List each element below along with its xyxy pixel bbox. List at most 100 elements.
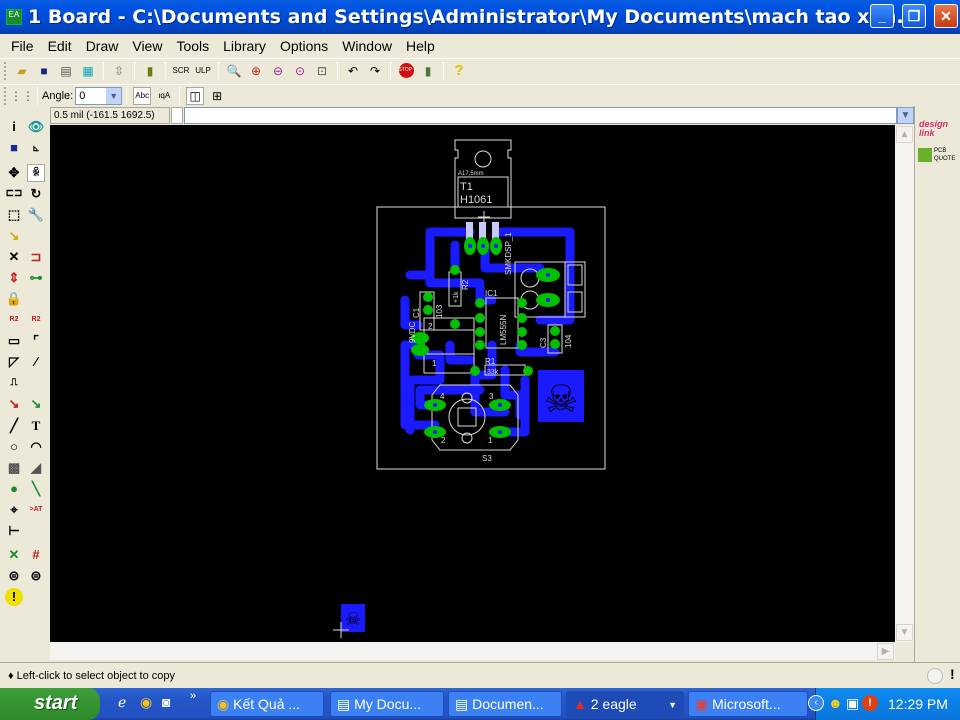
tray-messenger-icon[interactable]: ☻: [828, 695, 843, 711]
pcb-quote-label[interactable]: PCB QUOTE: [934, 147, 958, 163]
task-chrome[interactable]: ◉ Kết Quả ...: [210, 691, 324, 717]
task-microsoft[interactable]: ▣ Microsoft...: [688, 691, 808, 717]
optimize-icon[interactable]: ⁄: [27, 353, 45, 371]
add-icon[interactable]: ⊐: [27, 248, 45, 266]
command-history-dropdown[interactable]: ▼: [897, 107, 914, 124]
delete-icon[interactable]: ✕: [5, 248, 23, 266]
menu-window[interactable]: Window: [335, 38, 399, 54]
text-upright-icon[interactable]: Abc: [133, 86, 152, 105]
menu-view[interactable]: View: [125, 38, 169, 54]
close-button[interactable]: ✕: [934, 4, 958, 28]
minimize-button[interactable]: _: [870, 4, 894, 28]
replace-icon[interactable]: ⇕: [5, 269, 23, 287]
open-icon[interactable]: ▰: [13, 62, 31, 80]
group-icon[interactable]: ⬚: [5, 206, 23, 224]
paste-icon[interactable]: ↘: [5, 227, 23, 245]
layout-split-icon[interactable]: ◫: [186, 86, 205, 105]
mirror-icon[interactable]: ⊏⊐: [5, 185, 23, 203]
menu-help[interactable]: Help: [399, 38, 442, 54]
angle-select[interactable]: 0 ▼: [75, 86, 123, 105]
wire-icon[interactable]: ╱: [5, 417, 23, 435]
menu-options[interactable]: Options: [273, 38, 335, 54]
grid-icon[interactable]: ⋮⋮: [10, 87, 34, 105]
attribute-icon[interactable]: >AT: [27, 501, 45, 519]
menu-tools[interactable]: Tools: [169, 38, 216, 54]
arc-icon[interactable]: ◠: [27, 438, 45, 456]
layer-icon[interactable]: ■: [5, 139, 23, 157]
designlink-logo[interactable]: design link: [919, 120, 960, 138]
command-input[interactable]: [184, 107, 897, 124]
warning-icon[interactable]: !: [950, 666, 955, 682]
dimension-icon[interactable]: ⊢: [5, 522, 23, 540]
move-icon[interactable]: ✥: [5, 164, 23, 182]
task-eagle-group[interactable]: ▲ 2 eagle ▼: [566, 691, 684, 717]
board-canvas[interactable]: ☠ ☠ A17,5mm T1 H1061 SMKDSP_1 R2 +1k C1 …: [50, 125, 895, 642]
text-icon[interactable]: T: [27, 417, 45, 435]
tray-alert-icon[interactable]: !: [862, 695, 878, 711]
value-icon[interactable]: R2: [27, 311, 45, 329]
miter-icon[interactable]: ⌜: [27, 332, 45, 350]
ripup-icon[interactable]: ↘: [27, 395, 45, 413]
horizontal-scrollbar[interactable]: ▶: [50, 642, 895, 660]
scroll-right-button[interactable]: ▶: [877, 643, 894, 660]
route-icon[interactable]: ↘: [5, 395, 23, 413]
zoom-select-icon[interactable]: ⊡: [313, 62, 331, 80]
ratsnest-icon[interactable]: ✕: [5, 546, 23, 564]
warning-icon[interactable]: !: [5, 588, 23, 606]
toolbar-grip[interactable]: [4, 61, 7, 80]
scroll-down-button[interactable]: ▼: [896, 624, 913, 641]
tray-network-icon[interactable]: ▣: [846, 695, 859, 712]
rotate-icon[interactable]: ↻: [27, 185, 45, 203]
task-my-documents[interactable]: ▤ My Docu...: [330, 691, 444, 717]
show-icon[interactable]: 👁: [27, 118, 45, 136]
menu-draw[interactable]: Draw: [79, 38, 126, 54]
chevron-down-icon[interactable]: ▼: [106, 87, 122, 104]
start-button[interactable]: start: [0, 688, 100, 720]
menu-file[interactable]: File: [4, 38, 41, 54]
board-schematic-icon[interactable]: ⇳: [110, 62, 128, 80]
errors-icon[interactable]: ⊜: [27, 567, 45, 585]
pcb-quote-icon[interactable]: [918, 148, 932, 162]
split-wire-icon[interactable]: ◸: [5, 353, 23, 371]
drc-icon[interactable]: ⊜: [5, 567, 23, 585]
quicklaunch-app-icon[interactable]: ◙: [162, 694, 170, 710]
print-icon[interactable]: ▤: [57, 62, 75, 80]
stop-icon[interactable]: STOP: [397, 62, 415, 80]
tray-expand-button[interactable]: ‹: [808, 695, 824, 711]
zoom-in-icon[interactable]: ⊕: [247, 62, 265, 80]
change-icon[interactable]: 🔧: [27, 206, 45, 224]
quicklaunch-more-icon[interactable]: »: [190, 690, 196, 702]
signal-icon[interactable]: ╲: [27, 480, 45, 498]
zoom-redraw-icon[interactable]: ⊙: [291, 62, 309, 80]
smash-icon[interactable]: ▭: [5, 332, 23, 350]
cam-icon[interactable]: ▦: [79, 62, 97, 80]
help-icon[interactable]: ?: [450, 62, 468, 80]
zoom-fit-icon[interactable]: 🔍: [225, 62, 243, 80]
save-icon[interactable]: ■: [35, 62, 53, 80]
quicklaunch-ie-icon[interactable]: ℯ: [118, 694, 126, 711]
meander-icon[interactable]: ⎍: [5, 374, 23, 392]
script-icon[interactable]: SCR: [172, 62, 190, 80]
clock[interactable]: 12:29 PM: [888, 696, 948, 712]
maximize-button[interactable]: ❐: [902, 4, 926, 28]
hole-icon[interactable]: ⌖: [5, 501, 23, 519]
lock-icon[interactable]: 🔒: [5, 290, 23, 308]
via-icon[interactable]: ●: [5, 480, 23, 498]
scroll-up-button[interactable]: ▲: [896, 126, 913, 143]
library-icon[interactable]: ▮: [141, 62, 159, 80]
circle-icon[interactable]: ○: [5, 438, 23, 456]
name-icon[interactable]: R2: [5, 311, 23, 329]
autorouter-icon[interactable]: #: [27, 546, 45, 564]
rect-icon[interactable]: ▩: [5, 459, 23, 477]
ulp-icon[interactable]: ULP: [194, 62, 212, 80]
layout-grid-icon[interactable]: ⊞: [208, 87, 226, 105]
undo-icon[interactable]: ↶: [344, 62, 362, 80]
split-icon[interactable]: ⊶: [27, 269, 45, 287]
go-icon[interactable]: ▮: [419, 62, 437, 80]
zoom-out-icon[interactable]: ⊖: [269, 62, 287, 80]
redo-icon[interactable]: ↷: [366, 62, 384, 80]
mark-icon[interactable]: ⊾: [27, 139, 45, 157]
task-documents[interactable]: ▤ Documen...: [448, 691, 562, 717]
info-icon[interactable]: i: [5, 118, 23, 136]
text-mirror-icon[interactable]: ıqA: [155, 87, 173, 105]
